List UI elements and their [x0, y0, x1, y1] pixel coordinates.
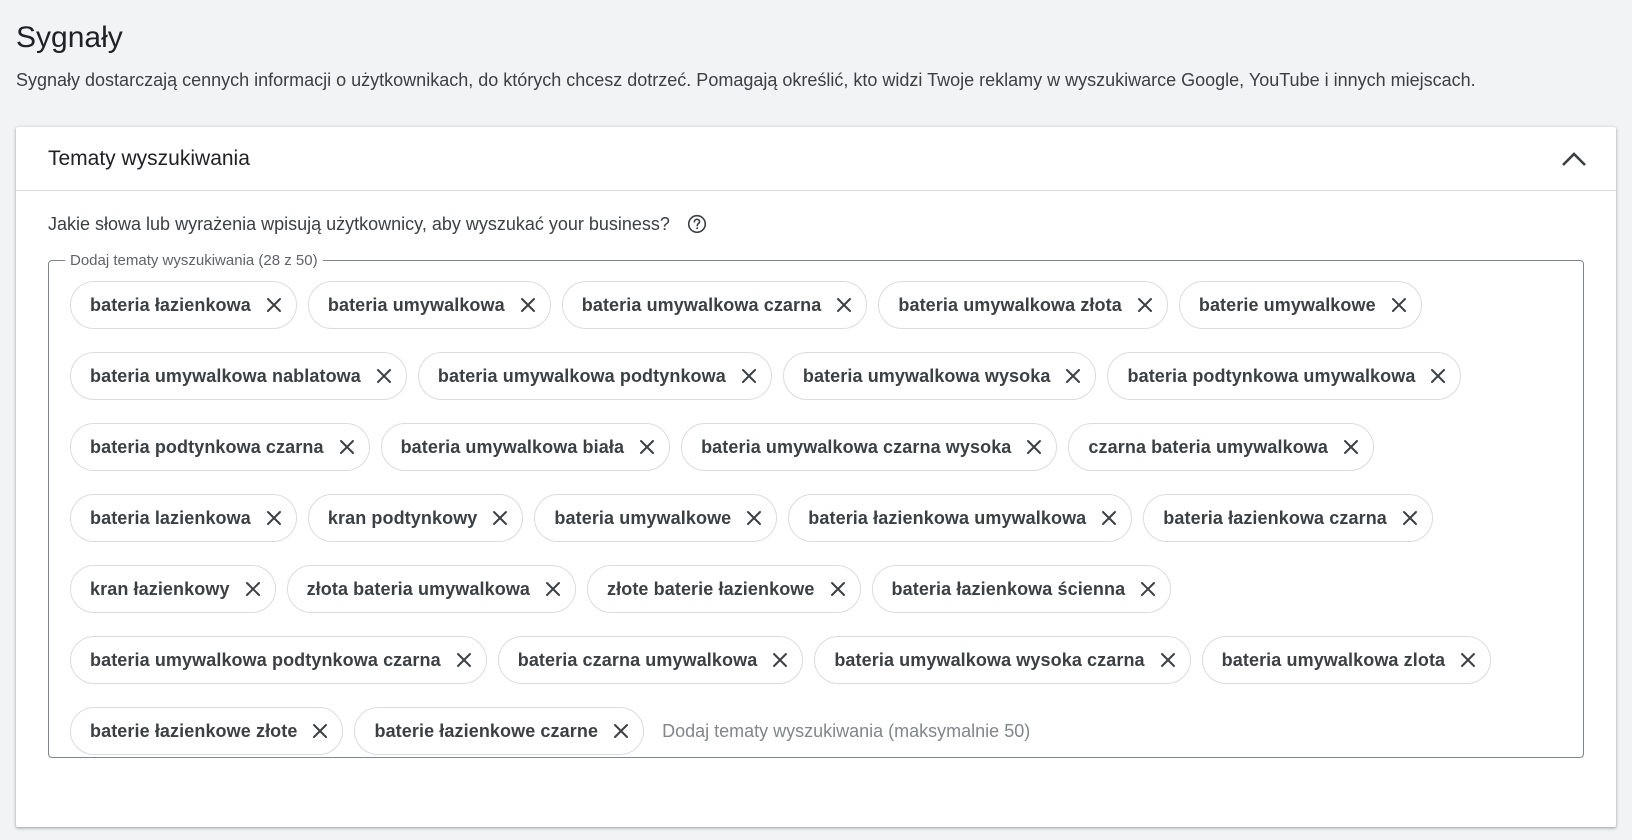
topic-chip-label: bateria umywalkowa biała: [400, 436, 625, 457]
topic-chip-label: złota bateria umywalkowa: [306, 578, 531, 599]
close-icon[interactable]: [1099, 508, 1119, 528]
close-icon[interactable]: [264, 508, 284, 528]
topic-chip-label: złote baterie łazienkowe: [607, 578, 815, 599]
close-icon[interactable]: [543, 579, 563, 599]
topic-chip-label: bateria umywalkowa wysoka czarna: [834, 649, 1145, 670]
topic-chip-label: bateria podtynkowa czarna: [90, 436, 324, 457]
topic-chip[interactable]: baterie łazienkowe czarne: [354, 707, 645, 755]
topic-chip-label: bateria łazienkowa: [90, 294, 251, 315]
topic-chip-label: bateria umywalkowa czarna wysoka: [701, 436, 1012, 457]
topic-chip[interactable]: bateria łazienkowa: [70, 281, 297, 329]
topic-chip[interactable]: bateria lazienkowa: [70, 494, 297, 542]
topic-chip-label: bateria umywalkowe: [554, 507, 732, 528]
topic-chip[interactable]: bateria umywalkowa podtynkowa czarna: [70, 636, 487, 684]
question-row: Jakie słowa lub wyrażenia wpisują użytko…: [48, 213, 708, 235]
close-icon[interactable]: [1158, 650, 1178, 670]
topic-chip[interactable]: bateria umywalkowa nablatowa: [70, 352, 407, 400]
topic-chip-label: bateria umywalkowa podtynkowa czarna: [90, 649, 441, 670]
topic-chip[interactable]: bateria umywalkowa czarna: [561, 281, 868, 329]
topic-chip[interactable]: bateria umywalkowa wysoka czarna: [814, 636, 1191, 684]
collapse-button[interactable]: [1554, 139, 1594, 179]
topic-chip-label: bateria umywalkowa wysoka: [802, 365, 1051, 386]
close-icon[interactable]: [739, 366, 759, 386]
close-icon[interactable]: [310, 721, 330, 741]
close-icon[interactable]: [1428, 366, 1448, 386]
topic-chip[interactable]: baterie łazienkowe złote: [70, 707, 344, 755]
topic-chip[interactable]: bateria podtynkowa czarna: [70, 423, 370, 471]
topic-chip[interactable]: kran łazienkowy: [70, 565, 276, 613]
help-icon[interactable]: [686, 213, 708, 235]
topic-chip[interactable]: złote baterie łazienkowe: [587, 565, 861, 613]
close-icon[interactable]: [1389, 295, 1409, 315]
topic-chip[interactable]: bateria umywalkowe: [534, 494, 778, 542]
topic-chip[interactable]: bateria umywalkowa podtynkowa: [417, 352, 772, 400]
topic-chip-label: baterie łazienkowe złote: [90, 720, 298, 741]
topic-chip-label: bateria umywalkowa: [327, 294, 505, 315]
topic-chip[interactable]: baterie umywalkowe: [1178, 281, 1422, 329]
topic-chip-label: bateria umywalkowa złota: [898, 294, 1122, 315]
close-icon[interactable]: [1063, 366, 1083, 386]
close-icon[interactable]: [1024, 437, 1044, 457]
close-icon[interactable]: [490, 508, 510, 528]
topic-chip-label: bateria czarna umywalkowa: [517, 649, 758, 670]
topic-chip[interactable]: bateria łazienkowa czarna: [1143, 494, 1433, 542]
topic-chip-label: czarna bateria umywalkowa: [1088, 436, 1329, 457]
topic-chip-label: bateria umywalkowa nablatowa: [90, 365, 361, 386]
chevron-up-icon: [1562, 151, 1586, 166]
close-icon[interactable]: [243, 579, 263, 599]
close-icon[interactable]: [834, 295, 854, 315]
section-title: Tematy wyszukiwania: [48, 146, 250, 170]
topic-chip-label: bateria umywalkowa podtynkowa: [437, 365, 726, 386]
close-icon[interactable]: [770, 650, 790, 670]
close-icon[interactable]: [637, 437, 657, 457]
close-icon[interactable]: [611, 721, 631, 741]
topic-chip-label: bateria łazienkowa czarna: [1163, 507, 1387, 528]
close-icon[interactable]: [1458, 650, 1478, 670]
topic-chip[interactable]: bateria umywalkowa wysoka: [782, 352, 1097, 400]
topic-chip[interactable]: bateria łazienkowa ścienna: [871, 565, 1172, 613]
field-label: Dodaj tematy wyszukiwania (28 z 50): [70, 252, 318, 269]
topic-chip[interactable]: bateria umywalkowa czarna wysoka: [681, 423, 1058, 471]
search-topics-card: Tematy wyszukiwania Jakie słowa lub wyra…: [16, 127, 1616, 827]
close-icon[interactable]: [454, 650, 474, 670]
topic-chip-label: bateria lazienkowa: [90, 507, 251, 528]
close-icon[interactable]: [1400, 508, 1420, 528]
topic-chip[interactable]: bateria łazienkowa umywalkowa: [788, 494, 1133, 542]
close-icon[interactable]: [828, 579, 848, 599]
topic-chip[interactable]: bateria umywalkowa zlota: [1201, 636, 1492, 684]
topic-chip-label: baterie łazienkowe czarne: [374, 720, 599, 741]
topic-chip-label: bateria podtynkowa umywalkowa: [1127, 365, 1416, 386]
topic-chip[interactable]: kran podtynkowy: [307, 494, 524, 542]
topic-chip[interactable]: czarna bateria umywalkowa: [1068, 423, 1375, 471]
page-description: Sygnały dostarczają cennych informacji o…: [16, 70, 1476, 90]
topic-chip[interactable]: bateria podtynkowa umywalkowa: [1107, 352, 1462, 400]
topic-chip-label: bateria łazienkowa umywalkowa: [808, 507, 1087, 528]
topic-chip[interactable]: bateria umywalkowa złota: [878, 281, 1168, 329]
topic-chips: bateria łazienkowa bateria umywalkowa bate…: [70, 281, 1563, 778]
close-icon[interactable]: [264, 295, 284, 315]
topic-chip-label: bateria umywalkowa zlota: [1221, 649, 1446, 670]
page-title: Sygnały: [16, 21, 123, 54]
topic-chip[interactable]: bateria umywalkowa: [307, 281, 551, 329]
topic-chip-label: baterie umywalkowe: [1198, 294, 1376, 315]
close-icon[interactable]: [1138, 579, 1158, 599]
close-icon[interactable]: [1135, 295, 1155, 315]
topic-chip[interactable]: bateria czarna umywalkowa: [497, 636, 804, 684]
card-header[interactable]: Tematy wyszukiwania: [16, 127, 1616, 191]
close-icon[interactable]: [1341, 437, 1361, 457]
topic-chip[interactable]: bateria umywalkowa biała: [380, 423, 671, 471]
topic-chip-label: bateria umywalkowa czarna: [581, 294, 822, 315]
topic-chip[interactable]: złota bateria umywalkowa: [286, 565, 577, 613]
close-icon[interactable]: [374, 366, 394, 386]
topic-chip-label: kran łazienkowy: [90, 578, 230, 599]
topic-chip-label: kran podtynkowy: [327, 507, 478, 528]
close-icon[interactable]: [518, 295, 538, 315]
close-icon[interactable]: [337, 437, 357, 457]
search-topics-field[interactable]: Dodaj tematy wyszukiwania (28 z 50) bate…: [48, 252, 1584, 758]
close-icon[interactable]: [744, 508, 764, 528]
topic-chip-label: bateria łazienkowa ścienna: [891, 578, 1126, 599]
question-text: Jakie słowa lub wyrażenia wpisują użytko…: [48, 213, 670, 234]
help-circle-icon: [687, 214, 707, 234]
add-topic-input[interactable]: [655, 707, 1143, 755]
